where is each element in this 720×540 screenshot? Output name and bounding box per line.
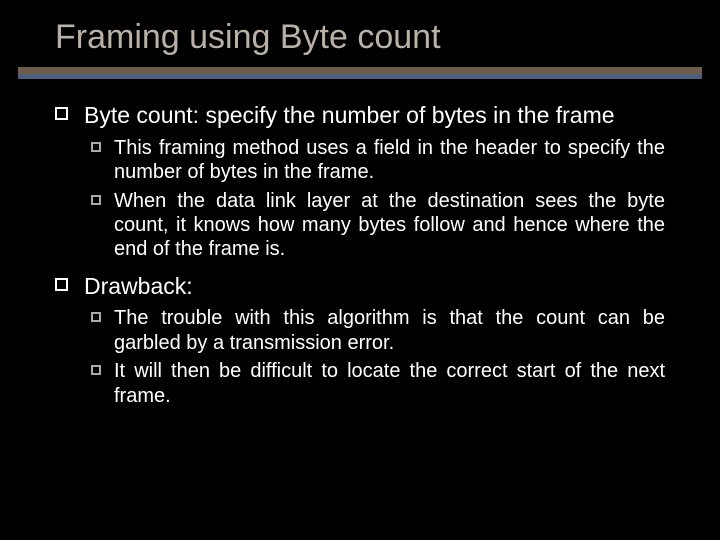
list-text: The trouble with this algorithm is that … xyxy=(114,306,665,355)
list-text: Byte count: specify the number of bytes … xyxy=(84,101,615,130)
list-item-l2: This framing method uses a field in the … xyxy=(55,136,665,185)
square-bullet-icon xyxy=(91,365,101,375)
list-text: It will then be difficult to locate the … xyxy=(114,359,665,408)
square-bullet-icon xyxy=(91,195,101,205)
list-text: Drawback: xyxy=(84,272,193,301)
list-item-l2: When the data link layer at the destinat… xyxy=(55,189,665,262)
square-bullet-icon xyxy=(55,107,68,120)
section: Byte count: specify the number of bytes … xyxy=(55,101,665,262)
list-item-l1: Drawback: xyxy=(55,272,665,301)
square-bullet-icon xyxy=(91,312,101,322)
divider xyxy=(18,67,702,79)
square-bullet-icon xyxy=(91,142,101,152)
content-area: Byte count: specify the number of bytes … xyxy=(0,79,720,408)
list-item-l2: The trouble with this algorithm is that … xyxy=(55,306,665,355)
slide-title: Framing using Byte count xyxy=(0,18,720,67)
slide: Framing using Byte count Byte count: spe… xyxy=(0,0,720,540)
square-bullet-icon xyxy=(55,278,68,291)
list-item-l1: Byte count: specify the number of bytes … xyxy=(55,101,665,130)
section: Drawback: The trouble with this algorith… xyxy=(55,272,665,408)
list-text: When the data link layer at the destinat… xyxy=(114,189,665,262)
list-text: This framing method uses a field in the … xyxy=(114,136,665,185)
divider-bar-brown xyxy=(18,67,702,74)
list-item-l2: It will then be difficult to locate the … xyxy=(55,359,665,408)
